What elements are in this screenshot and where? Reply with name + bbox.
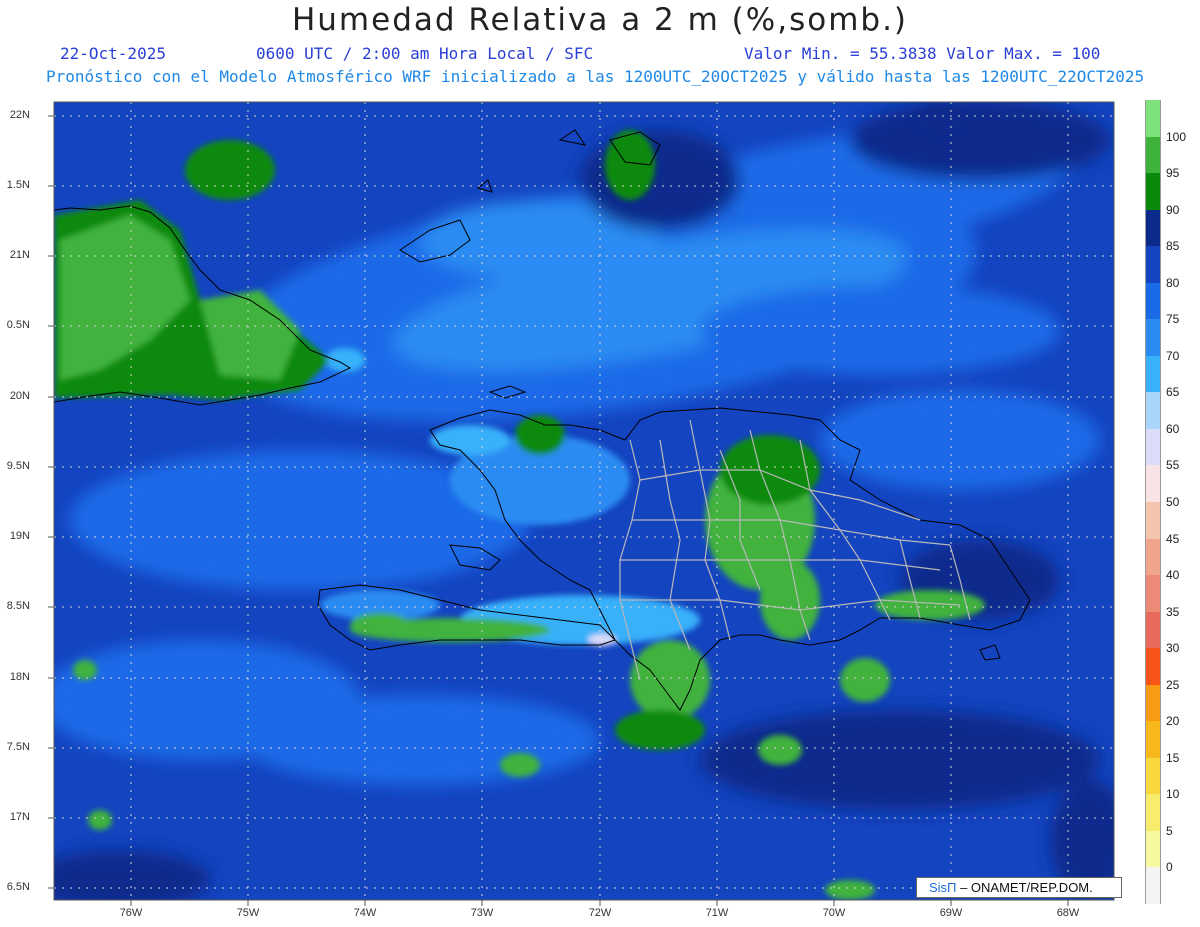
colorbar-swatch [1145, 173, 1161, 211]
lat-label: 21N [9, 249, 30, 261]
colorbar-swatch [1145, 575, 1161, 613]
sis-logo-text: SisΠ [929, 880, 957, 895]
colorbar-swatch [1145, 611, 1161, 649]
lat-label: 8.5N [6, 600, 30, 612]
colorbar-label: 0 [1166, 860, 1173, 875]
colorbar-label: 100 [1166, 129, 1187, 144]
lat-label: 0.5N [6, 319, 30, 331]
lat-label: 7.5N [6, 741, 30, 753]
colorbar-swatch [1145, 392, 1161, 430]
map-field [54, 102, 1114, 900]
colorbar-swatch [1145, 282, 1161, 320]
lon-label: 73W [470, 907, 494, 919]
lat-label: 9.5N [6, 460, 30, 472]
colorbar-swatch [1145, 100, 1161, 138]
colorbar-label: 55 [1166, 458, 1180, 473]
lat-label: 20N [9, 390, 30, 402]
colorbar-swatch [1145, 867, 1161, 905]
lat-label: 17N [9, 811, 30, 823]
colorbar-label: 80 [1166, 275, 1180, 290]
colorbar-label: 65 [1166, 385, 1180, 400]
colorbar-label: 35 [1166, 604, 1180, 619]
colorbar-label: 25 [1166, 677, 1180, 692]
lon-label: 75W [236, 907, 260, 919]
colorbar-label: 85 [1166, 239, 1180, 254]
colorbar-swatch [1145, 465, 1161, 503]
colorbar-label: 5 [1166, 823, 1173, 838]
colorbar-swatch [1145, 428, 1161, 466]
colorbar-swatch [1145, 502, 1161, 540]
colorbar-swatch [1145, 648, 1161, 686]
colorbar-swatch [1145, 246, 1161, 284]
colorbar-label: 90 [1166, 202, 1180, 217]
lon-label: 76W [119, 907, 143, 919]
colorbar-swatch [1145, 538, 1161, 576]
lat-label: 1.5N [6, 179, 30, 191]
colorbar-swatch [1145, 209, 1161, 247]
colorbar-label: 30 [1166, 641, 1180, 656]
colorbar-label: 70 [1166, 348, 1180, 363]
lon-label: 70W [822, 907, 846, 919]
colorbar-label: 50 [1166, 495, 1180, 509]
colorbar-label: 45 [1166, 531, 1180, 546]
colorbar-label: 10 [1166, 787, 1180, 802]
colorbar-label: 75 [1166, 312, 1180, 327]
humidity-map [48, 101, 1115, 906]
colorbar-swatch [1145, 721, 1161, 759]
lon-label: 74W [353, 907, 377, 919]
lat-label: 18N [9, 671, 30, 683]
credit-box: SisΠ – ONAMET/REP.DOM. [916, 877, 1122, 898]
lat-label: 6.5N [6, 881, 30, 893]
colorbar-swatch [1145, 757, 1161, 795]
colorbar-swatch [1145, 319, 1161, 357]
colorbar-swatch [1145, 355, 1161, 393]
colorbar-label: 60 [1166, 421, 1180, 436]
colorbar-swatch [1145, 684, 1161, 722]
credit-org: – ONAMET/REP.DOM. [960, 880, 1093, 895]
lon-label: 72W [588, 907, 612, 919]
colorbar-label: 40 [1166, 568, 1180, 583]
colorbar-label: 20 [1166, 714, 1180, 729]
colorbar-label: 95 [1166, 166, 1180, 181]
lon-label: 68W [1056, 907, 1080, 919]
colorbar-swatch [1145, 794, 1161, 832]
lon-label: 71W [705, 907, 729, 919]
colorbar-swatch [1145, 136, 1161, 174]
lon-label: 69W [939, 907, 963, 919]
lat-label: 22N [9, 109, 30, 121]
lat-label: 19N [9, 530, 30, 542]
colorbar-swatch [1145, 830, 1161, 868]
colorbar-label: 15 [1166, 750, 1180, 765]
